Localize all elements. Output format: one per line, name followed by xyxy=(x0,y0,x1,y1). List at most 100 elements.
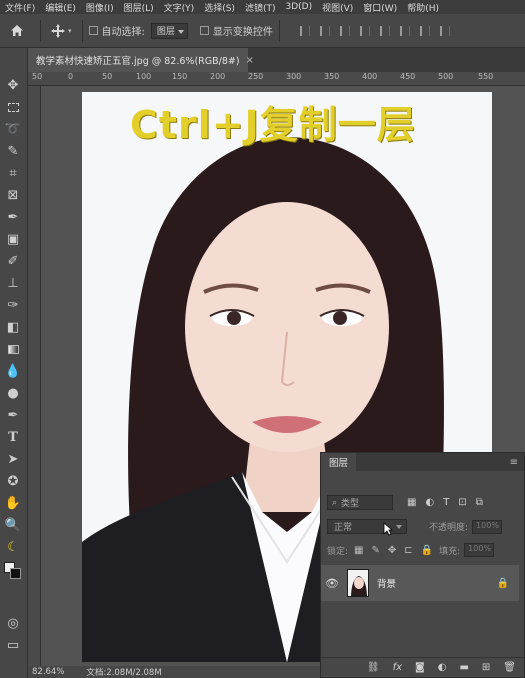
quick-select-tool[interactable]: ✎ xyxy=(2,142,24,160)
show-transform-label: 显示变换控件 xyxy=(212,27,273,38)
home-button[interactable] xyxy=(0,14,34,48)
lasso-tool[interactable]: ➰ xyxy=(2,120,24,138)
moon-icon: ☾ xyxy=(7,539,19,555)
marquee-icon xyxy=(7,102,19,112)
shape-icon: ✪ xyxy=(7,473,19,489)
align-bottom-icon[interactable] xyxy=(399,25,410,36)
add-mask-icon[interactable]: ◙ xyxy=(415,662,425,673)
crop-tool[interactable]: ⌗ xyxy=(2,164,24,182)
layer-filter-type: 类型 xyxy=(341,499,360,509)
healing-brush-tool[interactable]: ▣ xyxy=(2,230,24,248)
blur-tool[interactable]: 💧 xyxy=(2,362,24,380)
document-tab[interactable]: 教学素材快速矫正五官.jpg @ 82.6%(RGB/8#) × xyxy=(28,48,254,72)
menu-edit[interactable]: 编辑(E) xyxy=(40,1,81,14)
menu-3d[interactable]: 3D(D) xyxy=(280,2,317,12)
move-tool[interactable]: ✥ xyxy=(2,76,24,94)
layers-panel: 图层 ≡ ⌕ 类型 ▦ ◐ T ⊡ ⧉ 正常 不透明度: 100% 锁定: ▦ … xyxy=(320,452,525,678)
layers-tab[interactable]: 图层 xyxy=(321,453,357,471)
show-transform-checkbox[interactable] xyxy=(199,26,209,35)
ruler-tick: 0 xyxy=(68,72,74,81)
lock-image-icon[interactable]: ✎ xyxy=(372,545,380,556)
path-select-tool[interactable]: ➤ xyxy=(2,450,24,468)
menu-filter[interactable]: 滤镜(T) xyxy=(240,1,281,14)
layer-filter-search[interactable]: ⌕ 类型 xyxy=(327,495,393,510)
eye-icon[interactable]: 👁 xyxy=(321,577,343,590)
pen-tool[interactable]: ✒ xyxy=(2,406,24,424)
auto-select-checkbox[interactable] xyxy=(88,26,98,35)
search-icon: ⌕ xyxy=(332,497,338,508)
brush-tool[interactable]: ✐ xyxy=(2,252,24,270)
new-layer-icon[interactable]: ⊞ xyxy=(482,662,490,673)
align-middle-icon[interactable] xyxy=(379,25,390,36)
fill-input[interactable]: 100% xyxy=(464,543,495,557)
zoom-tool[interactable]: 🔍 xyxy=(2,516,24,534)
eraser-tool[interactable]: ◧ xyxy=(2,318,24,336)
lock-artboard-icon[interactable]: ⊏ xyxy=(404,545,412,556)
distribute-icon[interactable] xyxy=(419,25,430,36)
filter-adjustment-icon[interactable]: ◐ xyxy=(425,497,434,508)
lock-transparent-icon[interactable]: ▦ xyxy=(354,545,363,556)
delete-layer-icon[interactable]: 🗑 xyxy=(503,662,516,673)
align-left-icon[interactable] xyxy=(299,25,310,36)
menu-bar: 文件(F) 编辑(E) 图像(I) 图层(L) 文字(Y) 选择(S) 滤镜(T… xyxy=(0,0,525,14)
quick-mask-button[interactable]: ◎ xyxy=(2,614,24,632)
panel-menu-icon[interactable]: ≡ xyxy=(510,457,518,468)
history-brush-icon: ✑ xyxy=(7,297,19,313)
menu-window[interactable]: 窗口(W) xyxy=(358,1,402,14)
gradient-tool[interactable] xyxy=(2,340,24,358)
screen-mode-button[interactable]: ▭ xyxy=(2,636,24,654)
filter-shape-icon[interactable]: ⊡ xyxy=(458,497,466,508)
separator xyxy=(81,19,83,42)
ruler-tick: 50 xyxy=(102,72,113,81)
filter-pixel-icon[interactable]: ▦ xyxy=(407,497,416,508)
gradient-icon xyxy=(7,344,19,354)
edit-toolbar[interactable]: ☾ xyxy=(2,538,24,556)
menu-image[interactable]: 图像(I) xyxy=(81,1,119,14)
zoom-level[interactable]: 82.64% xyxy=(32,667,64,677)
adjustment-layer-icon[interactable]: ◐ xyxy=(438,662,447,673)
menu-layer[interactable]: 图层(L) xyxy=(119,1,159,14)
distribute-icon[interactable] xyxy=(439,25,450,36)
quick-mask-icon: ◎ xyxy=(7,615,19,631)
type-tool[interactable]: T xyxy=(2,428,24,446)
menu-help[interactable]: 帮助(H) xyxy=(402,1,444,14)
history-brush-tool[interactable]: ✑ xyxy=(2,296,24,314)
filter-type-icon[interactable]: T xyxy=(443,497,449,508)
marquee-tool[interactable] xyxy=(2,98,24,116)
frame-tool[interactable]: ⊠ xyxy=(2,186,24,204)
eyedropper-tool[interactable]: ✒ xyxy=(2,208,24,226)
document-tabs: 教学素材快速矫正五官.jpg @ 82.6%(RGB/8#) × xyxy=(28,48,525,72)
hand-icon: ✋ xyxy=(4,495,22,511)
hand-tool[interactable]: ✋ xyxy=(2,494,24,512)
layer-row-background[interactable]: 👁 背景 🔒 xyxy=(321,565,519,601)
color-swatches[interactable] xyxy=(2,562,24,580)
menu-select[interactable]: 选择(S) xyxy=(199,1,240,14)
auto-select-dropdown[interactable]: 图层 xyxy=(150,22,188,39)
clone-stamp-tool[interactable]: ⊥ xyxy=(2,274,24,292)
ruler-tick: 50 xyxy=(32,72,43,81)
menu-file[interactable]: 文件(F) xyxy=(0,1,40,14)
options-bar: ▾ 自动选择: 图层 显示变换控件 xyxy=(0,14,525,48)
opacity-input[interactable]: 100% xyxy=(472,519,503,534)
layers-panel-footer: ⛓ fx ◙ ◐ ▬ ⊞ 🗑 xyxy=(321,657,524,677)
background-color-swatch[interactable] xyxy=(10,568,21,579)
layer-style-icon[interactable]: fx xyxy=(393,662,402,673)
close-icon[interactable]: × xyxy=(246,55,254,66)
align-top-icon[interactable] xyxy=(359,25,370,36)
menu-view[interactable]: 视图(V) xyxy=(317,1,358,14)
align-center-icon[interactable] xyxy=(319,25,330,36)
dodge-tool[interactable]: ● xyxy=(2,384,24,402)
fill-label: 填充: xyxy=(439,546,461,557)
shape-tool[interactable]: ✪ xyxy=(2,472,24,490)
lock-position-icon[interactable]: ✥ xyxy=(388,545,396,556)
ruler-tick: 350 xyxy=(324,72,340,81)
menu-type[interactable]: 文字(Y) xyxy=(159,1,200,14)
align-right-icon[interactable] xyxy=(339,25,350,36)
move-tool-preset[interactable]: ▾ xyxy=(47,23,76,38)
blend-mode-select[interactable]: 正常 xyxy=(327,519,407,534)
new-group-icon[interactable]: ▬ xyxy=(459,662,468,673)
document-info: 文档:2.08M/2.08M xyxy=(86,668,162,678)
link-layers-icon[interactable]: ⛓ xyxy=(367,662,380,673)
filter-smart-object-icon[interactable]: ⧉ xyxy=(476,497,483,508)
lock-all-icon[interactable]: 🔒 xyxy=(421,545,433,556)
